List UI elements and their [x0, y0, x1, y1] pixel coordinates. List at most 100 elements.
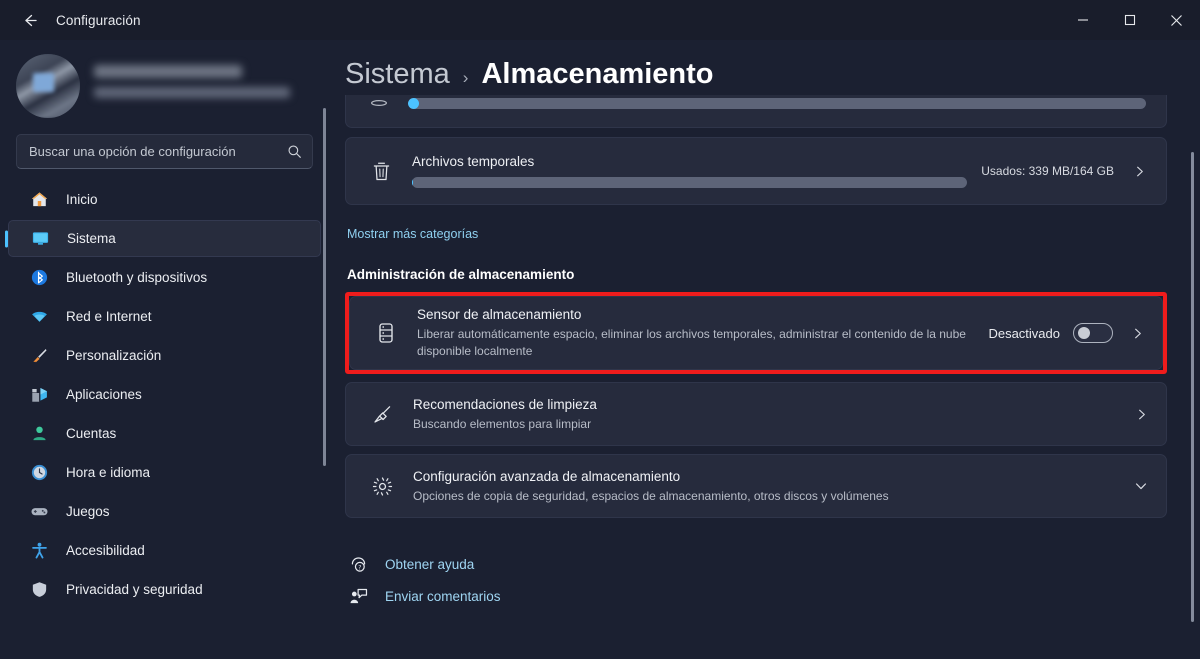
person-icon	[28, 423, 50, 445]
temporary-files-progress	[412, 177, 968, 188]
avatar	[16, 54, 80, 118]
content-scrollbar[interactable]	[1191, 152, 1194, 622]
gear-icon	[368, 475, 396, 498]
storage-sense-state-label: Desactivado	[988, 325, 1060, 341]
temporary-files-card[interactable]: Archivos temporales Usados: 339 MB/164 G…	[345, 137, 1167, 205]
send-feedback-label: Enviar comentarios	[385, 588, 501, 604]
minimize-icon	[1077, 19, 1088, 21]
sidebar-item-cuentas[interactable]: Cuentas	[8, 415, 321, 452]
maximize-button[interactable]	[1106, 0, 1153, 40]
chevron-right-icon[interactable]	[1130, 408, 1152, 421]
storage-sense-controls: Desactivado	[988, 323, 1148, 344]
sidebar-item-sistema[interactable]: Sistema	[8, 220, 321, 257]
sidebar-item-label: Aplicaciones	[66, 387, 142, 402]
svg-text:?: ?	[358, 564, 361, 571]
sidebar-scrollbar[interactable]	[323, 108, 326, 466]
close-icon	[1171, 14, 1182, 26]
sidebar-item-label: Hora e idioma	[66, 465, 151, 480]
sidebar-item-label: Personalización	[66, 348, 162, 363]
show-more-categories-link[interactable]: Mostrar más categorías	[347, 227, 478, 241]
close-button[interactable]	[1153, 0, 1200, 40]
sidebar-item-label: Accesibilidad	[66, 543, 145, 558]
cleanup-recommendations-card[interactable]: Recomendaciones de limpieza Buscando ele…	[345, 382, 1167, 447]
user-name-blurred	[94, 65, 329, 107]
storage-sense-toggle[interactable]	[1073, 323, 1113, 344]
search-input[interactable]	[29, 144, 287, 159]
sidebar-item-label: Juegos	[66, 504, 110, 519]
storage-sense-description: Liberar automáticamente espacio, elimina…	[417, 327, 966, 359]
maximize-icon	[1124, 14, 1135, 26]
sidebar-item-red-internet[interactable]: Red e Internet	[8, 298, 321, 335]
user-profile[interactable]	[0, 40, 329, 128]
sidebar-item-inicio[interactable]: Inicio	[8, 181, 321, 218]
sidebar-item-label: Inicio	[66, 192, 98, 207]
advanced-storage-settings-card[interactable]: Configuración avanzada de almacenamiento…	[345, 454, 1167, 519]
advanced-storage-settings-body: Configuración avanzada de almacenamiento…	[413, 459, 1130, 514]
sidebar-item-hora-idioma[interactable]: Hora e idioma	[8, 454, 321, 491]
minimize-button[interactable]	[1059, 0, 1106, 40]
bluetooth-icon	[28, 267, 50, 289]
get-help-label: Obtener ayuda	[385, 556, 475, 572]
user-display-name	[94, 65, 242, 78]
get-help-link[interactable]: ? Obtener ayuda	[347, 548, 474, 580]
sidebar-item-personalizacion[interactable]: Personalización	[8, 337, 321, 374]
search-box[interactable]	[16, 134, 313, 169]
clock-icon	[28, 462, 50, 484]
broom-icon	[368, 403, 396, 426]
chevron-right-icon: ›	[462, 68, 469, 87]
breadcrumb: Sistema › Almacenamiento	[329, 40, 1200, 91]
settings-window: Configuración Buscar una opción de confi…	[0, 0, 1200, 659]
gamepad-icon	[28, 501, 50, 523]
sidebar-item-bluetooth[interactable]: Bluetooth y dispositivos	[8, 259, 321, 296]
sidebar-item-accesibilidad[interactable]: Accesibilidad	[8, 532, 321, 569]
back-button[interactable]	[12, 3, 46, 37]
settings-scroll-area: Archivos temporales Usados: 339 MB/164 G…	[329, 95, 1200, 640]
storage-sense-body: Sensor de almacenamiento Liberar automát…	[417, 297, 978, 369]
section-title-storage-management: Administración de almacenamiento	[347, 267, 575, 282]
breadcrumb-parent[interactable]: Sistema	[345, 58, 450, 91]
user-email	[94, 87, 290, 98]
accessibility-icon	[28, 540, 50, 562]
wifi-icon	[28, 306, 50, 328]
temporary-files-body: Archivos temporales	[412, 154, 968, 188]
storage-sense-card[interactable]: Sensor de almacenamiento Liberar automát…	[349, 296, 1163, 371]
sidebar-item-aplicaciones[interactable]: Aplicaciones	[8, 376, 321, 413]
home-icon	[28, 189, 50, 211]
category-progress	[408, 98, 1146, 109]
storage-drive-icon	[372, 321, 400, 345]
sidebar-item-label: Bluetooth y dispositivos	[66, 270, 208, 285]
chevron-right-icon[interactable]	[1126, 327, 1148, 340]
window-controls	[1059, 0, 1200, 40]
sidebar-item-privacidad-seguridad[interactable]: Privacidad y seguridad	[8, 571, 321, 608]
feedback-icon	[347, 587, 369, 606]
storage-category-card-partial[interactable]	[345, 95, 1167, 128]
temporary-files-title: Archivos temporales	[412, 154, 535, 169]
progress-bar	[408, 98, 1146, 109]
storage-sense-title: Sensor de almacenamiento	[417, 307, 582, 322]
avatar-image-detail	[32, 73, 55, 93]
sidebar-item-label: Privacidad y seguridad	[66, 582, 203, 597]
app-title: Configuración	[56, 12, 141, 28]
monitor-icon	[29, 228, 51, 250]
paintbrush-icon	[28, 345, 50, 367]
main-content: Sistema › Almacenamiento Archivos tempor…	[329, 40, 1200, 659]
title-bar: Configuración	[0, 0, 1200, 40]
sidebar-item-label: Sistema	[67, 231, 116, 246]
category-icon	[368, 95, 394, 114]
advanced-storage-settings-title: Configuración avanzada de almacenamiento	[413, 468, 681, 484]
advanced-storage-settings-description: Opciones de copia de seguridad, espacios…	[413, 488, 889, 503]
temporary-files-usage: Usados: 339 MB/164 GB	[981, 164, 1114, 178]
search-icon	[288, 145, 301, 158]
navigation-list: Inicio Sistema Bluetooth y dispositivos …	[0, 181, 329, 608]
sidebar-item-juegos[interactable]: Juegos	[8, 493, 321, 530]
chevron-right-icon[interactable]	[1128, 165, 1150, 178]
sidebar-item-label: Red e Internet	[66, 309, 152, 324]
shield-icon	[28, 579, 50, 601]
chevron-down-icon[interactable]	[1130, 479, 1152, 493]
cleanup-recommendations-body: Recomendaciones de limpieza Buscando ele…	[413, 387, 1130, 442]
page-title: Almacenamiento	[481, 58, 714, 90]
arrow-left-icon	[24, 14, 37, 26]
toggle-knob	[1078, 327, 1090, 340]
help-icon: ?	[347, 555, 369, 574]
send-feedback-link[interactable]: Enviar comentarios	[347, 580, 501, 612]
